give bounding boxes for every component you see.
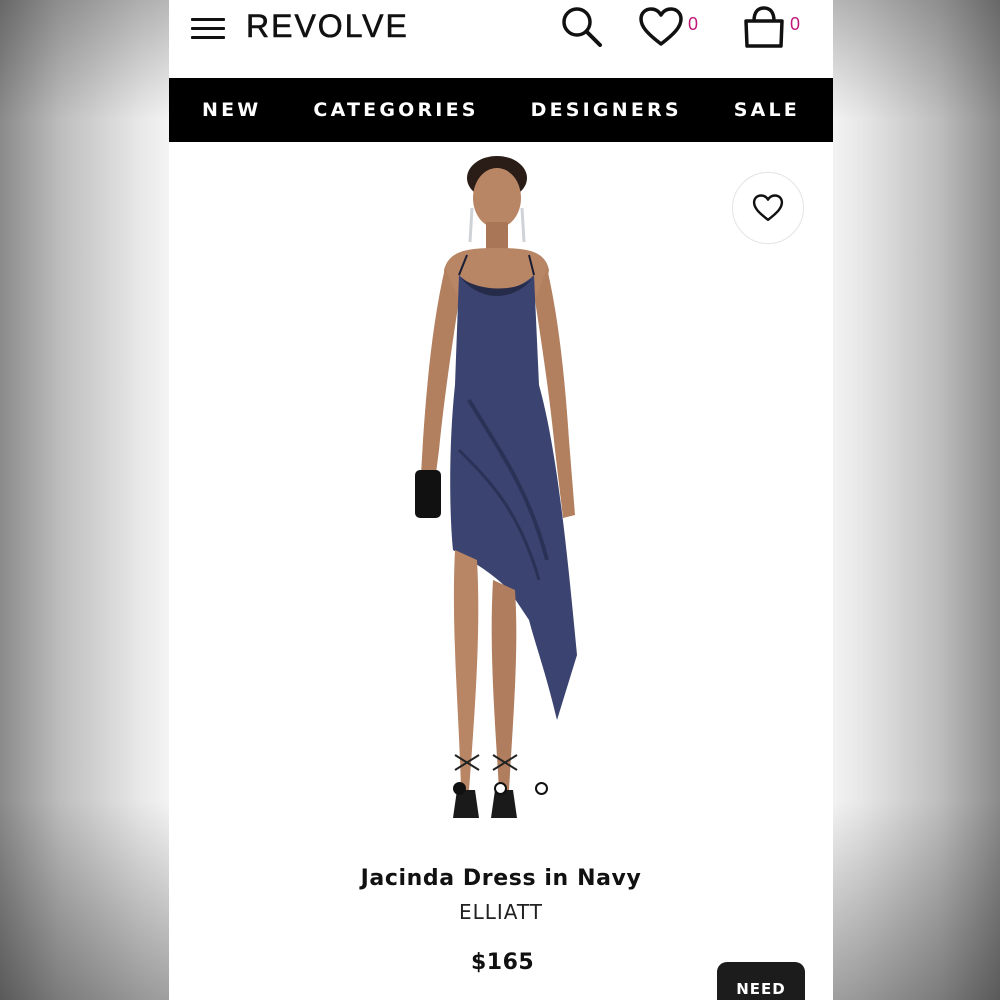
product-name: Jacinda Dress in Navy [360, 866, 642, 891]
main-navigation: NEW CATEGORIES DESIGNERS SALE [169, 78, 833, 142]
product-image [415, 156, 577, 818]
bag-count-badge: 0 [790, 14, 801, 34]
add-to-wishlist-button[interactable] [732, 172, 804, 244]
shopping-bag-icon[interactable] [741, 4, 787, 50]
gallery-dot-3[interactable] [535, 782, 548, 795]
product-brand[interactable]: ELLIATT [169, 900, 833, 924]
nav-item-new[interactable]: NEW [202, 99, 261, 121]
nav-item-designers[interactable]: DESIGNERS [531, 99, 682, 121]
wishlist-heart-icon[interactable] [638, 6, 684, 48]
mobile-page: REVOLVE 0 0 NEW CATEGORIES DESIGNERS SAL… [169, 0, 833, 1000]
wishlist-count-badge: 0 [688, 14, 699, 34]
product-image-gallery[interactable] [169, 142, 833, 852]
gallery-dot-1[interactable] [453, 782, 466, 795]
nav-item-categories[interactable]: CATEGORIES [313, 99, 478, 121]
site-header: REVOLVE 0 0 [169, 0, 833, 78]
search-icon[interactable] [559, 4, 605, 50]
product-price: $165 [471, 950, 535, 975]
heart-icon [752, 194, 784, 222]
gallery-pagination [169, 780, 833, 800]
gallery-dot-2[interactable] [494, 782, 507, 795]
nav-item-sale[interactable]: SALE [734, 99, 800, 121]
need-help-button[interactable]: NEED [717, 962, 805, 1000]
hamburger-menu-icon[interactable] [191, 16, 227, 40]
site-logo[interactable]: REVOLVE [246, 8, 409, 45]
